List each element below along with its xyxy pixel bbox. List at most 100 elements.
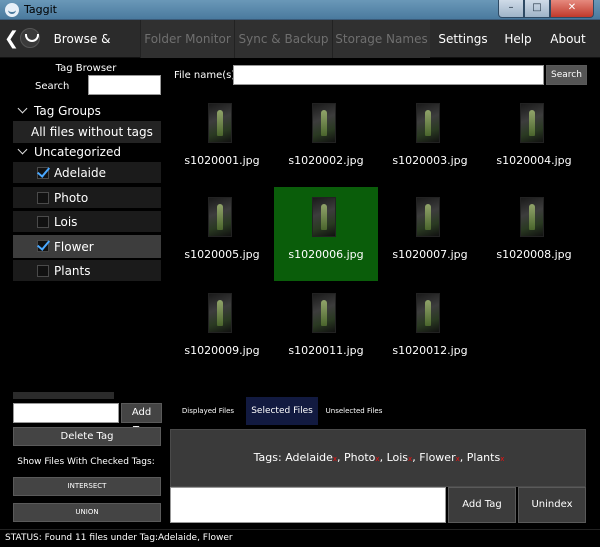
tag-checkbox[interactable] xyxy=(37,192,49,204)
window-controls: – □ ✕ xyxy=(498,0,594,18)
file-name: s1020008.jpg xyxy=(496,248,572,261)
status-bar: STATUS: Found 11 files under Tag:Adelaid… xyxy=(0,529,600,547)
file-tile[interactable]: s1020011.jpg xyxy=(274,283,378,377)
window-title: Taggit xyxy=(24,3,57,16)
tag-groups-label: Tag Groups xyxy=(34,104,101,118)
tag-browser-heading: Tag Browser xyxy=(55,63,117,74)
tab-selected-files[interactable]: Selected Files xyxy=(246,397,318,425)
tag-checkbox[interactable] xyxy=(37,240,49,252)
sidebar-scrollbar[interactable] xyxy=(13,392,114,399)
file-tile[interactable]: s1020002.jpg xyxy=(274,93,378,187)
show-files-label: Show Files With Checked Tags: xyxy=(17,457,155,467)
tag-row-adelaide[interactable]: Adelaide xyxy=(13,162,161,184)
delete-tag-button[interactable]: Delete Tag xyxy=(13,427,161,446)
file-browser-panel: File name(s) Search s1020001.jpg s102000… xyxy=(168,59,600,529)
tag-label: Photo xyxy=(54,191,89,205)
uncategorized-label: Uncategorized xyxy=(34,145,121,159)
tag-label: Adelaide xyxy=(54,166,107,180)
intersect-button[interactable]: INTERSECT xyxy=(13,477,161,496)
file-name: s1020012.jpg xyxy=(392,344,468,357)
file-name: s1020002.jpg xyxy=(288,154,364,167)
remove-tag-icon[interactable]: x xyxy=(408,455,412,463)
tab-displayed-files[interactable]: Displayed Files xyxy=(178,397,238,425)
file-tile[interactable]: s1020008.jpg xyxy=(482,187,586,281)
menu-browse-tag[interactable]: Browse & Tag xyxy=(44,20,120,84)
sidebar-add-tag-button[interactable]: Add Tag xyxy=(121,403,162,436)
menu-sync-backup[interactable]: Sync & Backup xyxy=(234,20,332,58)
menu-bar: ❮ Browse & Tag Folder Monitor Sync & Bac… xyxy=(0,20,600,84)
maximize-button[interactable]: □ xyxy=(524,0,550,18)
app-logo-icon xyxy=(20,28,40,48)
unindex-button[interactable]: Unindex xyxy=(518,487,586,523)
tags-prefix: Tags: xyxy=(253,451,282,464)
tag-chip: Photo xyxy=(344,451,376,464)
chevron-down-icon xyxy=(17,144,28,155)
tag-row-plants[interactable]: Plants xyxy=(13,260,161,282)
thumbnail-image xyxy=(416,197,440,237)
menu-help[interactable]: Help xyxy=(498,20,538,58)
tag-chip: Adelaide xyxy=(285,451,333,464)
close-button[interactable]: ✕ xyxy=(550,0,594,18)
tag-browser-sidebar: Tag Browser Search Tag Groups All files … xyxy=(0,59,167,529)
menu-about[interactable]: About xyxy=(546,20,590,58)
file-thumbnail-grid: s1020001.jpg s1020002.jpg s1020003.jpg s… xyxy=(168,87,600,397)
thumbnail-image xyxy=(312,293,336,333)
union-button[interactable]: UNION xyxy=(13,503,161,522)
filename-label: File name(s) xyxy=(174,70,236,81)
thumbnail-image xyxy=(520,103,544,143)
file-tile[interactable]: s1020012.jpg xyxy=(378,283,482,377)
tag-chip: Lois xyxy=(386,451,409,464)
tag-label: Lois xyxy=(54,215,78,229)
file-view-tabs: Displayed Files Selected Files Unselecte… xyxy=(168,397,600,425)
thumbnail-image xyxy=(312,197,336,237)
tag-search-input[interactable] xyxy=(88,75,161,95)
thumbnail-image xyxy=(208,103,232,143)
tab-unselected-files[interactable]: Unselected Files xyxy=(324,397,384,425)
menu-settings[interactable]: Settings xyxy=(436,20,490,58)
thumbnail-image xyxy=(312,103,336,143)
tag-row-lois[interactable]: Lois xyxy=(13,211,161,233)
thumbnail-image xyxy=(208,197,232,237)
file-tile[interactable]: s1020001.jpg xyxy=(170,93,274,187)
file-tile[interactable]: s1020007.jpg xyxy=(378,187,482,281)
tag-checkbox[interactable] xyxy=(37,216,49,228)
menu-storage-names[interactable]: Storage Names xyxy=(332,20,430,58)
remove-tag-icon[interactable]: x xyxy=(375,455,379,463)
thumbnail-image xyxy=(416,293,440,333)
file-name: s1020005.jpg xyxy=(184,248,260,261)
tag-groups-header[interactable]: Tag Groups xyxy=(14,100,162,122)
minimize-button[interactable]: – xyxy=(498,0,524,18)
file-tile[interactable]: s1020009.jpg xyxy=(170,283,274,377)
tag-row-flower[interactable]: Flower xyxy=(13,235,161,259)
tag-checkbox[interactable] xyxy=(37,265,49,277)
all-files-without-tags[interactable]: All files without tags xyxy=(13,121,161,143)
add-tag-button[interactable]: Add Tag xyxy=(448,487,516,523)
menu-folder-monitor[interactable]: Folder Monitor xyxy=(140,20,234,58)
remove-tag-icon[interactable]: x xyxy=(456,455,460,463)
title-bar: Taggit – □ ✕ xyxy=(0,0,600,20)
remove-tag-icon[interactable]: x xyxy=(333,455,337,463)
filename-search-input[interactable] xyxy=(233,65,544,85)
file-tile-selected[interactable]: s1020006.jpg xyxy=(274,187,378,281)
add-tag-to-files-input[interactable] xyxy=(170,487,446,523)
tag-label: Flower xyxy=(54,240,94,254)
tag-chip: Plants xyxy=(466,451,501,464)
file-tile[interactable]: s1020003.jpg xyxy=(378,93,482,187)
thumbnail-image xyxy=(520,197,544,237)
tag-row-photo[interactable]: Photo xyxy=(13,187,161,209)
uncategorized-header[interactable]: Uncategorized xyxy=(14,141,162,163)
back-chevron-icon[interactable]: ❮ xyxy=(4,29,19,49)
file-name: s1020001.jpg xyxy=(184,154,260,167)
file-tile[interactable]: s1020005.jpg xyxy=(170,187,274,281)
app-icon xyxy=(5,3,19,17)
remove-tag-icon[interactable]: x xyxy=(500,455,504,463)
search-label: Search xyxy=(35,81,70,92)
file-name: s1020007.jpg xyxy=(392,248,468,261)
new-tag-input[interactable] xyxy=(13,403,119,423)
file-tile[interactable]: s1020004.jpg xyxy=(482,93,586,187)
file-name: s1020011.jpg xyxy=(288,344,364,357)
tag-label: Plants xyxy=(54,264,91,278)
tag-checkbox[interactable] xyxy=(37,167,49,179)
file-name: s1020003.jpg xyxy=(392,154,468,167)
filename-search-button[interactable]: Search xyxy=(546,65,587,85)
